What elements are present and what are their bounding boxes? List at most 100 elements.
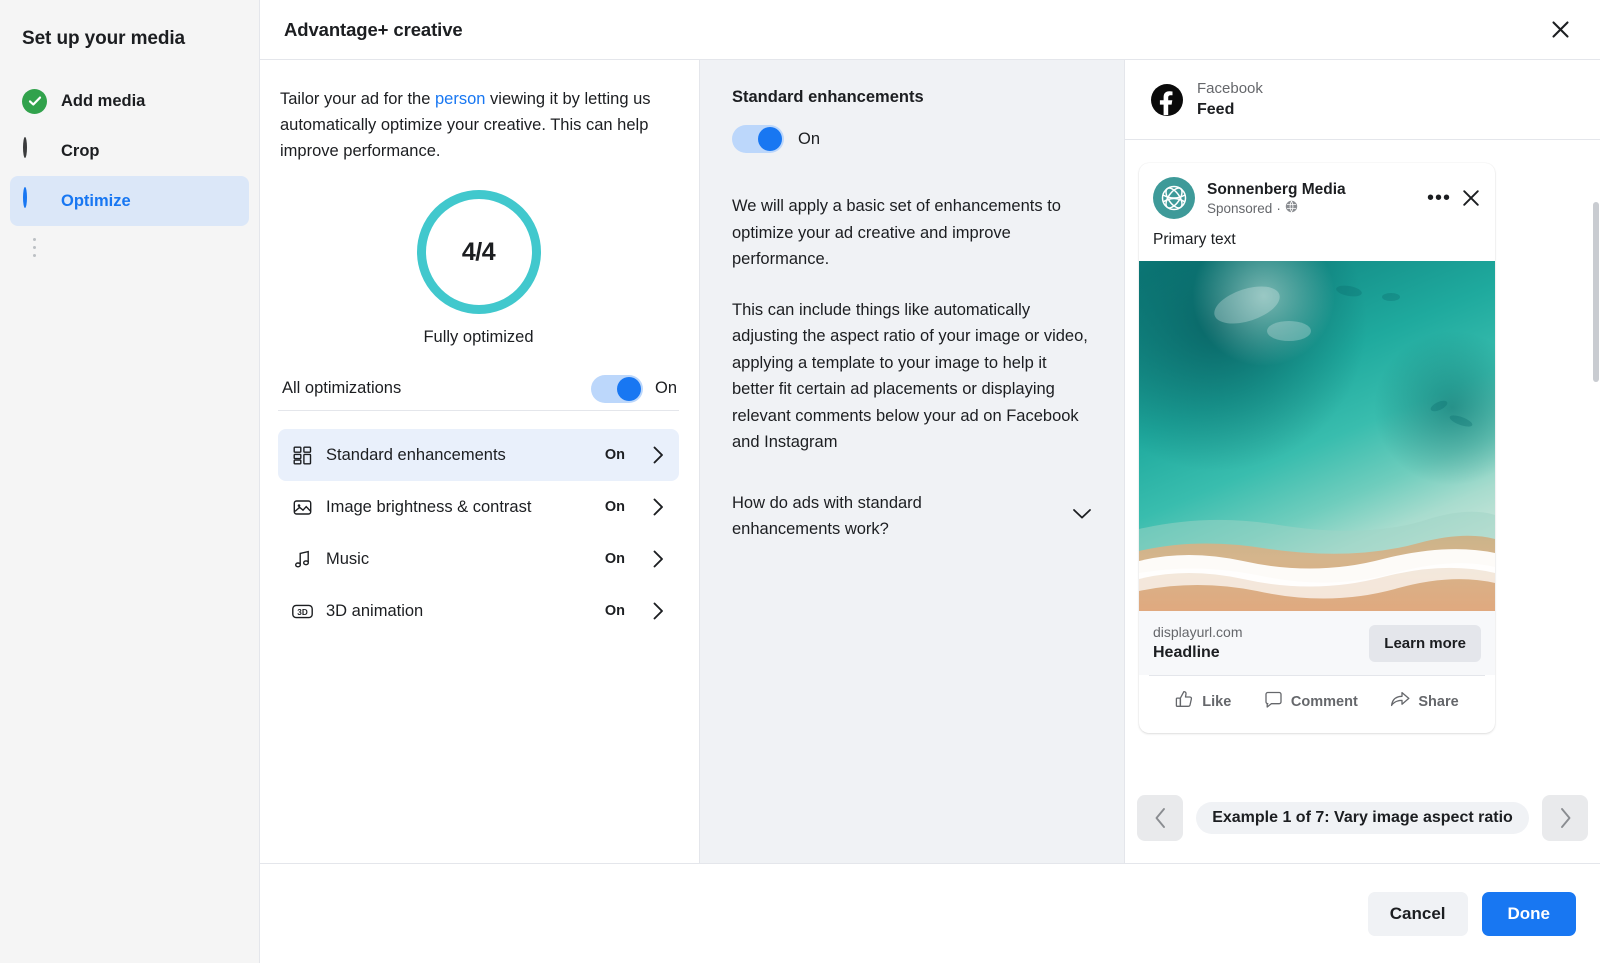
- comment-bubble-icon: [1264, 690, 1283, 713]
- share-arrow-icon: [1390, 690, 1410, 713]
- standard-enhancements-toggle[interactable]: [732, 125, 784, 153]
- ad-sponsored-row: Sponsored ·: [1207, 200, 1417, 217]
- ad-link-block: displayurl.com Headline: [1153, 623, 1242, 663]
- chevron-right-icon: [652, 446, 665, 464]
- comment-label: Comment: [1290, 693, 1358, 710]
- optimization-item-music[interactable]: Music On: [278, 533, 679, 585]
- ad-close-icon[interactable]: [1461, 188, 1481, 208]
- like-label: Like: [1202, 693, 1232, 710]
- grid-blocks-icon: [291, 444, 313, 466]
- carousel-example-label: Example 1 of 7: Vary image aspect ratio: [1196, 802, 1529, 834]
- music-note-icon: [291, 548, 313, 570]
- sidebar-item-label: Optimize: [61, 191, 131, 210]
- carousel-prev-button[interactable]: [1137, 795, 1183, 841]
- sidebar-item-optimize[interactable]: Optimize: [10, 176, 249, 226]
- step-connector: [33, 238, 36, 257]
- share-label: Share: [1418, 693, 1459, 710]
- all-optimizations-toggle-group: On: [590, 374, 677, 403]
- ad-brand-name: Sonnenberg Media: [1207, 180, 1346, 198]
- detail-title: Standard enhancements: [732, 88, 924, 106]
- dialog-header: Advantage+ creative: [260, 0, 1600, 60]
- preview-scrollbar-thumb[interactable]: [1593, 202, 1599, 382]
- how-standard-enhancements-work-accordion[interactable]: How do ads with standard enhancements wo…: [732, 490, 1092, 542]
- all-optimizations-toggle[interactable]: [590, 374, 643, 403]
- share-button[interactable]: Share: [1380, 684, 1468, 719]
- carousel-label-wrap: Example 1 of 7: Vary image aspect ratio: [1193, 802, 1532, 834]
- optimization-item-label: Standard enhancements: [326, 445, 506, 464]
- ad-creative-image: [1139, 261, 1495, 611]
- more-options-icon[interactable]: •••: [1417, 188, 1461, 208]
- optimization-item-label: Music: [326, 549, 370, 568]
- optimization-score: 4/4 Fully optimized: [278, 190, 679, 347]
- chevron-right-icon: [652, 498, 665, 516]
- all-optimizations-state: On: [654, 379, 677, 397]
- ad-preview-panel: Facebook Feed Sonnenberg Media Sponsored…: [1125, 60, 1600, 863]
- like-button[interactable]: Like: [1165, 684, 1241, 719]
- comment-button[interactable]: Comment: [1254, 684, 1368, 719]
- svg-text:3D: 3D: [297, 608, 308, 617]
- close-icon[interactable]: [1542, 12, 1578, 48]
- half-circle-icon: [22, 186, 47, 214]
- preview-placement-text: Facebook Feed: [1197, 80, 1263, 120]
- ad-card-header: Sonnenberg Media Sponsored · •••: [1139, 163, 1495, 219]
- thumbs-up-icon: [1175, 690, 1194, 713]
- cancel-button[interactable]: Cancel: [1367, 891, 1468, 936]
- preview-placement-header: Facebook Feed: [1125, 60, 1600, 140]
- optimization-item-standard-enhancements[interactable]: Standard enhancements On: [278, 429, 679, 481]
- ad-brand-block: Sonnenberg Media Sponsored ·: [1207, 180, 1417, 217]
- check-circle-icon: [22, 88, 47, 114]
- optimization-item-state: On: [604, 603, 625, 619]
- ad-headline: Headline: [1153, 644, 1220, 661]
- carousel-next-button[interactable]: [1542, 795, 1588, 841]
- standard-enhancements-toggle-row: On: [732, 125, 1092, 153]
- chevron-right-icon: [652, 550, 665, 568]
- person-link[interactable]: person: [435, 90, 485, 108]
- advantage-plus-creative-dialog: Set up your media Add media Crop Optimiz…: [0, 0, 1600, 963]
- optimization-item-image-brightness-contrast[interactable]: Image brightness & contrast On: [278, 481, 679, 533]
- sidebar-title: Set up your media: [22, 28, 186, 49]
- ad-cta-row: displayurl.com Headline Learn more: [1139, 611, 1495, 675]
- intro-text-before: Tailor your ad for the: [280, 90, 435, 108]
- optimization-item-3d-animation[interactable]: 3D 3D animation On: [278, 585, 679, 637]
- circle-outline-icon: [22, 136, 47, 164]
- sidebar-item-add-media[interactable]: Add media: [0, 76, 259, 126]
- optimization-item-label: 3D animation: [326, 601, 424, 620]
- separator-dot: ·: [1276, 200, 1281, 216]
- dialog-main: Advantage+ creative Tailor your ad for t…: [260, 0, 1600, 963]
- learn-more-button[interactable]: Learn more: [1369, 624, 1481, 662]
- optimization-list: Standard enhancements On Image brightnes…: [278, 429, 679, 637]
- sidebar-item-crop[interactable]: Crop: [0, 126, 259, 176]
- score-caption: Fully optimized: [423, 328, 534, 346]
- chevron-down-icon: [1072, 507, 1092, 525]
- dialog-footer: Cancel Done: [260, 863, 1600, 963]
- preview-placement: Feed: [1197, 100, 1235, 118]
- optimize-intro: Tailor your ad for the person viewing it…: [278, 86, 679, 164]
- optimization-item-label: Image brightness & contrast: [326, 497, 532, 516]
- dialog-body: Tailor your ad for the person viewing it…: [260, 60, 1600, 863]
- ad-action-bar: Like Comment Share: [1149, 675, 1485, 733]
- optimization-item-state: On: [604, 551, 625, 567]
- preview-stage: Sonnenberg Media Sponsored · ••• Primary…: [1125, 140, 1600, 863]
- facebook-logo-icon: [1151, 83, 1183, 116]
- avatar: [1153, 177, 1195, 219]
- globe-icon: [1285, 200, 1298, 217]
- preview-scrollbar[interactable]: [1592, 200, 1600, 863]
- page-title: Advantage+ creative: [284, 18, 463, 40]
- standard-enhancements-state: On: [798, 129, 821, 148]
- ad-primary-text: Primary text: [1153, 231, 1236, 248]
- score-value: 4/4: [461, 237, 496, 266]
- image-icon: [291, 496, 313, 518]
- done-button[interactable]: Done: [1481, 891, 1576, 936]
- 3d-icon: 3D: [291, 600, 313, 622]
- optimization-item-state: On: [604, 447, 625, 463]
- preview-carousel-nav: Example 1 of 7: Vary image aspect ratio: [1125, 795, 1600, 841]
- ad-display-url: displayurl.com: [1153, 624, 1243, 640]
- sidebar-item-label: Add media: [61, 91, 146, 110]
- all-optimizations-row: All optimizations On: [278, 367, 679, 411]
- preview-platform: Facebook: [1197, 79, 1263, 97]
- chevron-right-icon: [652, 602, 665, 620]
- detail-paragraph-2: This can include things like automatical…: [732, 300, 1088, 452]
- ad-sponsored-label: Sponsored: [1207, 200, 1273, 216]
- optimization-item-state: On: [604, 499, 625, 515]
- optimizations-panel: Tailor your ad for the person viewing it…: [260, 60, 700, 863]
